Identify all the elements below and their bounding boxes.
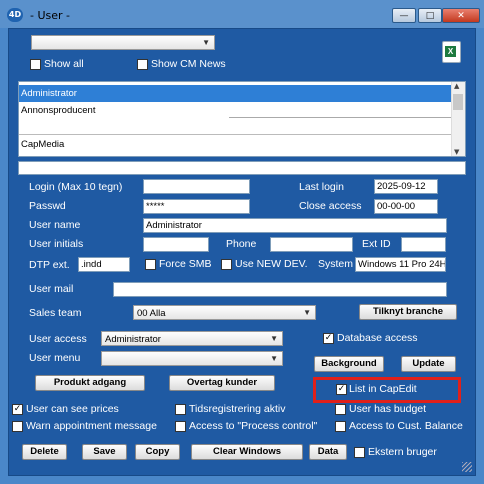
access-cust-balance-label: Access to Cust. Balance [349,420,463,432]
phone-label: Phone [226,238,257,250]
last-login-label: Last login [299,181,344,193]
user-access-dropdown[interactable]: Administrator ▼ [101,331,283,346]
sales-team-label: Sales team [29,307,82,319]
user-name-label: User name [29,219,81,231]
force-smb-label: Force SMB [159,258,212,270]
access-process-control-label: Access to "Process control" [189,420,318,432]
data-button[interactable]: Data [309,444,347,460]
close-access-input[interactable]: 00-00-00 [374,199,438,214]
scroll-thumb[interactable] [453,94,463,110]
user-form: ▼ X Show all Show CM News Administrator … [8,28,476,476]
access-cust-balance-checkbox[interactable] [335,421,346,432]
user-access-label: User access [29,333,87,345]
maximize-button[interactable]: □ [418,8,442,23]
chevron-down-icon: ▼ [270,334,278,343]
list-filter-input[interactable] [18,161,466,175]
user-menu-label: User menu [29,352,81,364]
list-scrollbar[interactable]: ▲ ▼ [451,82,465,156]
produkt-adgang-button[interactable]: Produkt adgang [35,375,145,391]
dtp-ext-input[interactable]: .indd [78,257,130,272]
show-cm-news-checkbox[interactable] [137,59,148,70]
user-has-budget-checkbox[interactable] [335,404,346,415]
tilknyt-branche-button[interactable]: Tilknyt branche [359,304,457,320]
sales-team-value: 00 Alla [137,308,166,319]
list-item[interactable]: CapMedia [19,136,453,153]
minimize-button[interactable]: — [392,8,416,23]
database-access-label: Database access [337,332,418,344]
user-has-budget-label: User has budget [349,403,427,415]
show-cm-news-label: Show CM News [151,58,226,70]
warn-appointment-label: Warn appointment message [26,420,157,432]
ekstern-bruger-label: Ekstern bruger [368,446,437,458]
app-icon: 4D [7,8,23,22]
list-in-capedit-checkbox[interactable]: ✓ [336,384,347,395]
excel-icon[interactable]: X [442,41,461,63]
delete-button[interactable]: Delete [22,444,67,460]
login-label: Login (Max 10 tegn) [29,181,123,193]
user-menu-dropdown[interactable]: ▼ [101,351,283,366]
access-process-control-checkbox[interactable] [175,421,186,432]
ext-id-label: Ext ID [362,238,391,250]
close-access-label: Close access [299,200,362,212]
scroll-up-icon[interactable]: ▲ [454,82,459,90]
force-smb-checkbox[interactable] [145,259,156,270]
user-list[interactable]: Administrator Annonsproducent CapMedia ▲… [18,81,466,157]
row-divider [19,134,453,135]
login-input[interactable] [143,179,250,194]
tidsregistrering-label: Tidsregistrering aktiv [189,403,286,415]
search-combo[interactable]: ▼ [31,35,215,50]
background-button[interactable]: Background [314,356,384,372]
passwd-label: Passwd [29,200,66,212]
clear-windows-button[interactable]: Clear Windows [191,444,303,460]
user-can-see-prices-checkbox[interactable]: ✓ [12,404,23,415]
warn-appointment-checkbox[interactable] [12,421,23,432]
last-login-input[interactable]: 2025-09-12 [374,179,438,194]
database-access-checkbox[interactable]: ✓ [323,333,334,344]
show-all-label: Show all [44,58,84,70]
tidsregistrering-checkbox[interactable] [175,404,186,415]
user-window: 4D - User - — □ ✕ ▼ X Show all Show CM N… [0,0,484,484]
phone-input[interactable] [270,237,353,252]
chevron-down-icon: ▼ [303,308,311,317]
ext-id-input[interactable] [401,237,446,252]
chevron-down-icon: ▼ [202,38,210,47]
use-new-dev-checkbox[interactable] [221,259,232,270]
row-divider [229,117,453,118]
update-button[interactable]: Update [401,356,456,372]
resize-grip-icon[interactable] [462,462,472,472]
user-mail-input[interactable] [113,282,447,297]
show-all-checkbox[interactable] [30,59,41,70]
overtag-kunder-button[interactable]: Overtag kunder [169,375,275,391]
scroll-down-icon[interactable]: ▼ [454,148,459,156]
user-access-value: Administrator [105,334,161,345]
user-mail-label: User mail [29,283,74,295]
passwd-input[interactable]: ***** [143,199,250,214]
chevron-down-icon: ▼ [270,354,278,363]
use-new-dev-label: Use NEW DEV. [235,258,308,270]
list-item[interactable]: Administrator [19,85,453,102]
dtp-ext-label: DTP ext. [29,259,70,271]
close-button[interactable]: ✕ [442,8,480,23]
system-input[interactable]: Windows 11 Pro 24H [355,257,446,272]
user-initials-input[interactable] [143,237,209,252]
copy-button[interactable]: Copy [135,444,180,460]
sales-team-dropdown[interactable]: 00 Alla ▼ [133,305,316,320]
window-title: - User - [30,9,71,22]
user-name-input[interactable]: Administrator [143,218,447,233]
system-label: System [318,258,354,270]
user-initials-label: User initials [29,238,84,250]
ekstern-bruger-checkbox[interactable] [354,447,365,458]
title-bar[interactable]: 4D - User - — □ ✕ [0,0,484,28]
save-button[interactable]: Save [82,444,127,460]
list-in-capedit-label: List in CapEdit [349,383,417,395]
user-can-see-prices-label: User can see prices [26,403,119,415]
